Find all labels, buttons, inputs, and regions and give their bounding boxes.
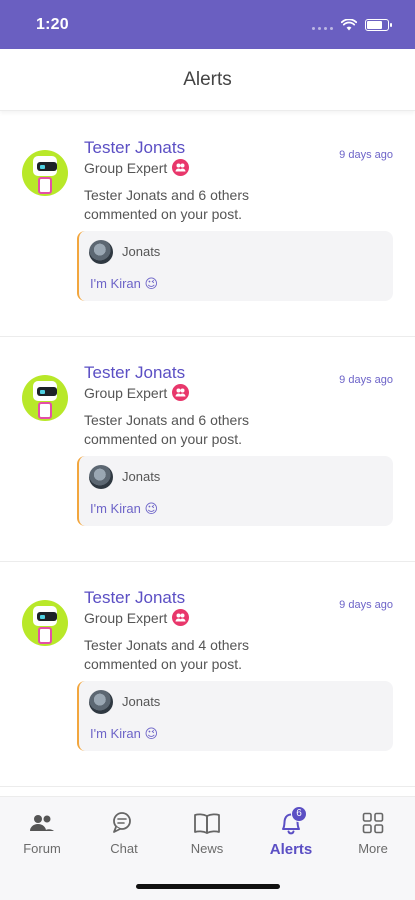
signal-icon — [312, 20, 333, 30]
quote-user: Jonats — [122, 469, 161, 484]
alert-quote[interactable]: Jonats I'm Kiran 😉 — [77, 456, 393, 526]
alert-user-role: Group Expert — [84, 384, 168, 401]
tab-label: More — [358, 841, 388, 856]
group-expert-icon — [172, 159, 190, 176]
home-indicator — [136, 884, 280, 889]
tab-label: Forum — [23, 841, 61, 856]
user-avatar[interactable] — [22, 600, 68, 646]
alerts-list: Tester Jonats Group Expert 9 days ago Te… — [0, 112, 415, 787]
page-title: Alerts — [183, 68, 232, 90]
quote-text: I'm Kiran 😉 — [90, 276, 159, 291]
alert-quote[interactable]: Jonats I'm Kiran 😉 — [77, 681, 393, 751]
quote-text: I'm Kiran 😉 — [90, 501, 159, 516]
alert-quote[interactable]: Jonats I'm Kiran 😉 — [77, 231, 393, 301]
book-icon — [172, 809, 242, 837]
alert-message: Tester Jonats and 6 others commented on … — [84, 412, 249, 447]
bell-icon: 6 — [256, 806, 326, 837]
alert-item[interactable]: Tester Jonats Group Expert 9 days ago Te… — [0, 337, 415, 562]
status-icons — [312, 18, 392, 31]
tab-news[interactable]: News — [172, 809, 242, 856]
grid-icon — [338, 809, 408, 837]
tab-label: Chat — [110, 841, 138, 856]
tab-label: News — [190, 841, 224, 856]
user-avatar[interactable] — [22, 150, 68, 196]
tab-more[interactable]: More — [338, 809, 408, 856]
alert-item[interactable]: Tester Jonats Group Expert 9 days ago Te… — [0, 562, 415, 787]
tab-alerts[interactable]: 6 Alerts — [256, 806, 326, 858]
alert-message: Tester Jonats and 6 others commented on … — [84, 187, 249, 222]
chat-icon — [89, 809, 159, 837]
quote-avatar — [89, 240, 113, 264]
battery-icon — [365, 18, 392, 31]
page-header: Alerts — [0, 49, 415, 111]
group-expert-icon — [172, 609, 190, 626]
tab-forum[interactable]: Forum — [7, 809, 77, 856]
tab-label: Alerts — [269, 841, 313, 858]
quote-text: I'm Kiran 😉 — [90, 726, 159, 741]
alert-user-role: Group Expert — [84, 159, 168, 176]
wifi-icon — [341, 18, 357, 30]
notification-badge: 6 — [291, 806, 307, 822]
quote-avatar — [89, 465, 113, 489]
status-bar: 1:20 — [0, 0, 415, 49]
quote-user: Jonats — [122, 694, 161, 709]
alert-time: 9 days ago — [339, 149, 393, 161]
alert-time: 9 days ago — [339, 374, 393, 386]
alert-user-role: Group Expert — [84, 609, 168, 626]
tab-chat[interactable]: Chat — [89, 809, 159, 856]
status-time: 1:20 — [36, 15, 69, 33]
group-expert-icon — [172, 384, 190, 401]
people-icon — [7, 809, 77, 837]
quote-avatar — [89, 690, 113, 714]
alert-time: 9 days ago — [339, 599, 393, 611]
alert-message: Tester Jonats and 4 others commented on … — [84, 637, 249, 672]
quote-user: Jonats — [122, 244, 161, 259]
user-avatar[interactable] — [22, 375, 68, 421]
alert-item[interactable]: Tester Jonats Group Expert 9 days ago Te… — [0, 112, 415, 337]
